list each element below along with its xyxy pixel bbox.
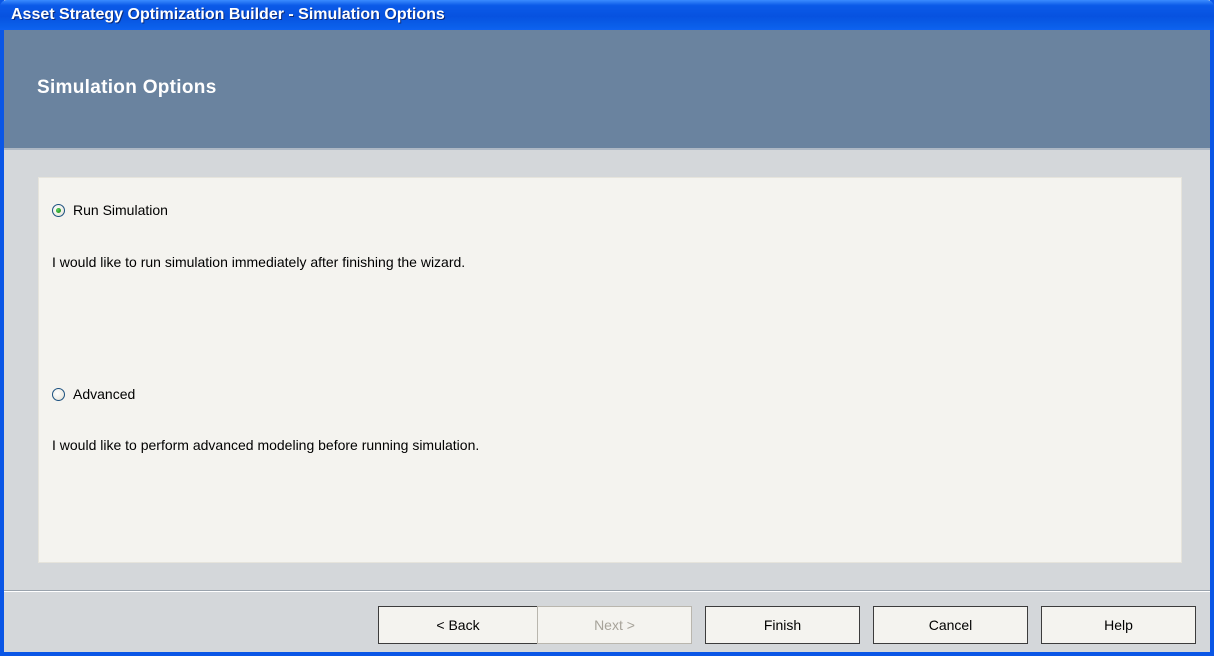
wizard-window: Asset Strategy Optimization Builder - Si… xyxy=(0,0,1214,656)
cancel-button[interactable]: Cancel xyxy=(873,606,1028,644)
advanced-option[interactable]: Advanced xyxy=(52,384,135,404)
next-button[interactable]: Next > xyxy=(537,606,692,644)
wizard-header: Simulation Options xyxy=(4,30,1210,150)
finish-button[interactable]: Finish xyxy=(705,606,860,644)
back-button[interactable]: < Back xyxy=(378,606,538,644)
advanced-label[interactable]: Advanced xyxy=(73,386,135,402)
run-simulation-description: I would like to run simulation immediate… xyxy=(52,254,466,270)
run-simulation-label[interactable]: Run Simulation xyxy=(73,202,168,218)
help-button[interactable]: Help xyxy=(1041,606,1196,644)
advanced-description: I would like to perform advanced modelin… xyxy=(52,437,480,453)
advanced-radio[interactable] xyxy=(52,387,65,401)
footer-divider xyxy=(4,590,1210,592)
options-panel: Run Simulation I would like to run simul… xyxy=(38,177,1182,563)
title-bar[interactable]: Asset Strategy Optimization Builder - Si… xyxy=(0,0,1214,30)
page-title: Simulation Options xyxy=(37,77,217,98)
run-simulation-radio[interactable] xyxy=(52,203,65,217)
run-simulation-option[interactable]: Run Simulation xyxy=(52,200,168,220)
window-title: Asset Strategy Optimization Builder - Si… xyxy=(11,6,445,23)
